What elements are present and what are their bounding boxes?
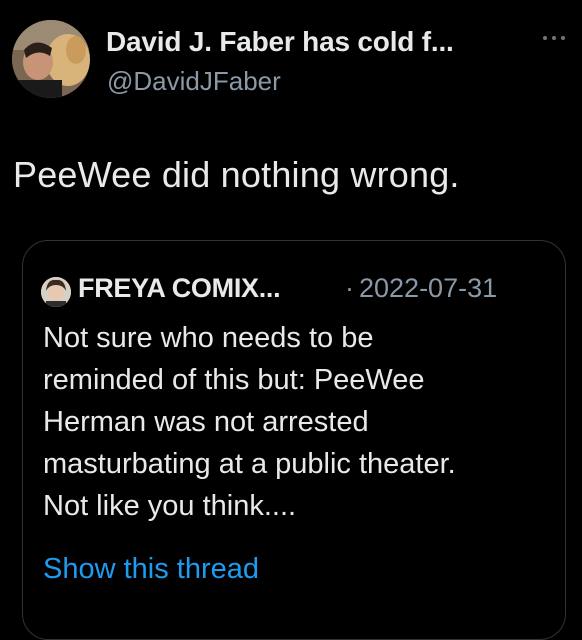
- author-avatar[interactable]: [12, 20, 90, 98]
- quote-text-line: Not like you think....: [43, 490, 297, 522]
- quote-text-line: Not sure who needs to be: [43, 322, 374, 354]
- quote-author-name: FREYA COMIX...: [78, 273, 281, 303]
- tweet-text: PeeWee did nothing wrong.: [13, 154, 460, 195]
- quote-avatar-photo-icon: [41, 277, 71, 307]
- quote-separator: ·: [345, 273, 354, 303]
- quote-author-avatar: [41, 277, 71, 307]
- more-options-button[interactable]: [540, 28, 570, 48]
- quote-text-line: Herman was not arrested: [43, 406, 369, 438]
- author-handle[interactable]: @DavidJFaber: [107, 66, 281, 97]
- quote-text-line: reminded of this but: PeeWee: [43, 364, 425, 396]
- author-display-name[interactable]: David J. Faber has cold f...: [106, 26, 454, 58]
- show-thread-link[interactable]: Show this thread: [43, 553, 259, 586]
- quote-date: 2022-07-31: [359, 273, 498, 303]
- quoted-tweet-card[interactable]: FREYA COMIX... · 2022-07-31 Not sure who…: [22, 240, 566, 640]
- avatar-photo-icon: [12, 20, 90, 98]
- quote-text-line: masturbating at a public theater.: [43, 448, 456, 480]
- tweet: David J. Faber has cold f... @DavidJFabe…: [0, 0, 582, 640]
- quote-text: Not sure who needs to be reminded of thi…: [43, 317, 553, 527]
